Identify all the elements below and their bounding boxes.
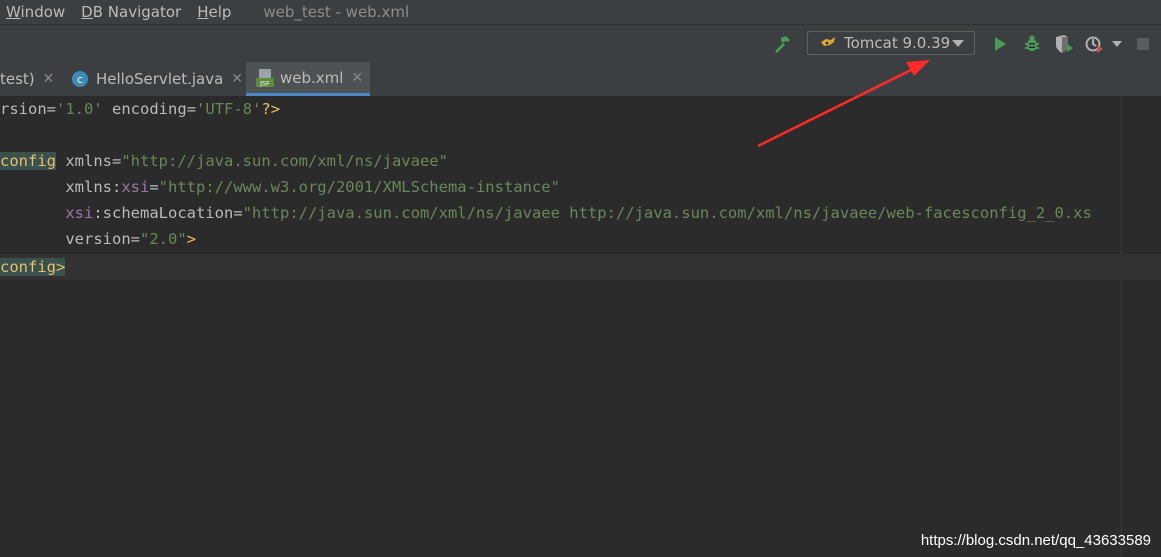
debug-icon[interactable] [1019,25,1045,63]
menu-window-label: indow [20,3,66,21]
editor-tabs: test) ✕ c HelloServlet.java ✕ JSF web.xm… [0,62,1161,97]
close-icon[interactable]: ✕ [231,71,243,87]
coverage-icon[interactable] [1051,25,1077,63]
tab-web-xml[interactable]: JSF web.xml ✕ [246,62,370,96]
code-line-4: xmlns:xsi="http://www.w3.org/2001/XMLSch… [65,178,560,196]
profile-icon[interactable] [1082,25,1108,63]
watermark: https://blog.csdn.net/qq_43633589 [920,532,1151,549]
menu-help[interactable]: Help [197,3,231,21]
svg-text:c: c [77,73,83,86]
close-icon[interactable]: ✕ [43,71,55,87]
menu-db-navigator[interactable]: DB Navigator [81,3,181,21]
menu-window[interactable]: Window [6,3,65,21]
close-icon[interactable]: ✕ [351,70,363,86]
code-line-5: xsi:schemaLocation="http://java.sun.com/… [65,204,1092,222]
java-class-icon: c [72,71,88,87]
tab-partial[interactable]: test) ✕ [0,62,62,96]
tab-label: web.xml [280,68,344,87]
menu-bar: Window DB Navigator Help web_test - web.… [0,0,1161,24]
code-line-6: version="2.0"> [65,230,197,248]
stop-icon[interactable] [1132,25,1154,63]
run-configuration-label: Tomcat 9.0.39 [844,34,951,52]
chevron-down-icon [952,34,964,52]
code-line-3: config xmlns="http://java.sun.com/xml/ns… [0,152,448,170]
jsf-file-icon: JSF [256,68,274,87]
menu-db-navigator-mnemonic: D [81,3,93,21]
build-hammer-icon[interactable] [768,25,796,63]
code-line-1: rsion='1.0' encoding='UTF-8'?> [0,100,281,118]
tab-label: test) [0,70,35,88]
tomcat-icon [820,36,836,50]
code-editor[interactable]: rsion='1.0' encoding='UTF-8'?> config xm… [0,96,1161,557]
right-margin-guide [1121,96,1122,557]
menu-help-label: elp [208,3,232,21]
tab-label: HelloServlet.java [96,70,224,88]
tab-helloservlet-java[interactable]: c HelloServlet.java ✕ [62,62,246,96]
run-configuration-dropdown[interactable]: Tomcat 9.0.39 [807,31,975,55]
svg-text:JSF: JSF [259,79,270,87]
menu-help-mnemonic: H [197,3,209,21]
code-line-7: config> [0,254,1161,280]
menu-window-mnemonic: W [6,3,21,21]
chevron-down-icon[interactable] [1108,25,1126,63]
run-icon[interactable] [988,25,1012,63]
window-title: web_test - web.xml [263,3,410,21]
main-toolbar: Tomcat 9.0.39 [0,24,1161,63]
menu-db-navigator-label: B Navigator [92,3,182,21]
